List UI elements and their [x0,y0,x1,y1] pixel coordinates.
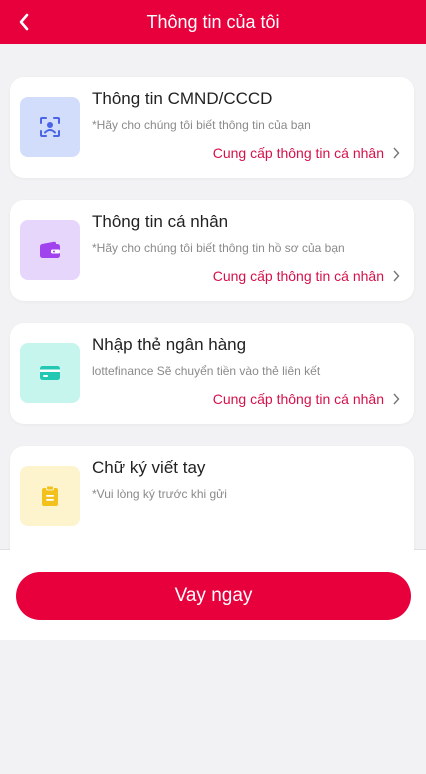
page-title: Thông tin của tôi [146,11,280,32]
chevron-right-icon [393,393,400,405]
action-label: Cung cấp thông tin cá nhân [212,145,384,161]
card-description: *Hãy cho chúng tôi biết thông tin của bạ… [92,118,311,132]
back-button[interactable] [10,8,38,36]
card-description: *Hãy cho chúng tôi biết thông tin hồ sơ … [92,241,345,255]
card-bank-card[interactable]: Nhập thẻ ngân hàng lottefinance Sẽ chuyể… [10,323,414,424]
card-personal-info[interactable]: Thông tin cá nhân *Hãy cho chúng tôi biế… [10,200,414,301]
card-description: *Vui lòng ký trước khi gửi [92,487,227,501]
action-label: Cung cấp thông tin cá nhân [212,391,384,407]
id-card-icon [40,117,60,137]
provide-info-link[interactable]: Cung cấp thông tin cá nhân [213,391,400,407]
card-icon-container [20,466,80,526]
card-title: Chữ ký viết tay [92,458,206,477]
card-description: lottefinance Sẽ chuyển tiền vào thẻ liên… [92,364,321,378]
top-bar: Thông tin của tôi [0,0,426,44]
card-title: Nhập thẻ ngân hàng [92,335,247,354]
action-label: Cung cấp thông tin cá nhân [212,268,384,284]
chevron-left-icon [19,13,29,31]
card-signature[interactable]: Chữ ký viết tay *Vui lòng ký trước khi g… [10,446,414,550]
card-title: Thông tin cá nhân [92,212,229,231]
provide-info-link[interactable]: Cung cấp thông tin cá nhân [213,268,400,284]
chevron-right-icon [393,147,400,159]
provide-info-link[interactable]: Cung cấp thông tin cá nhân [213,145,400,161]
wallet-icon [40,241,60,258]
card-icon-container [20,220,80,280]
card-icon-container [20,97,80,157]
bottom-action-bar: Vay ngay [0,550,426,640]
content-area[interactable]: Thông tin CMND/CCCD *Hãy cho chúng tôi b… [0,44,426,550]
loan-now-button[interactable]: Vay ngay [16,572,411,620]
card-title: Thông tin CMND/CCCD [92,89,273,108]
card-id-info[interactable]: Thông tin CMND/CCCD *Hãy cho chúng tôi b… [10,77,414,178]
chevron-right-icon [393,270,400,282]
card-icon-container [20,343,80,403]
clipboard-icon [42,485,58,506]
bank-card-icon [40,366,60,380]
